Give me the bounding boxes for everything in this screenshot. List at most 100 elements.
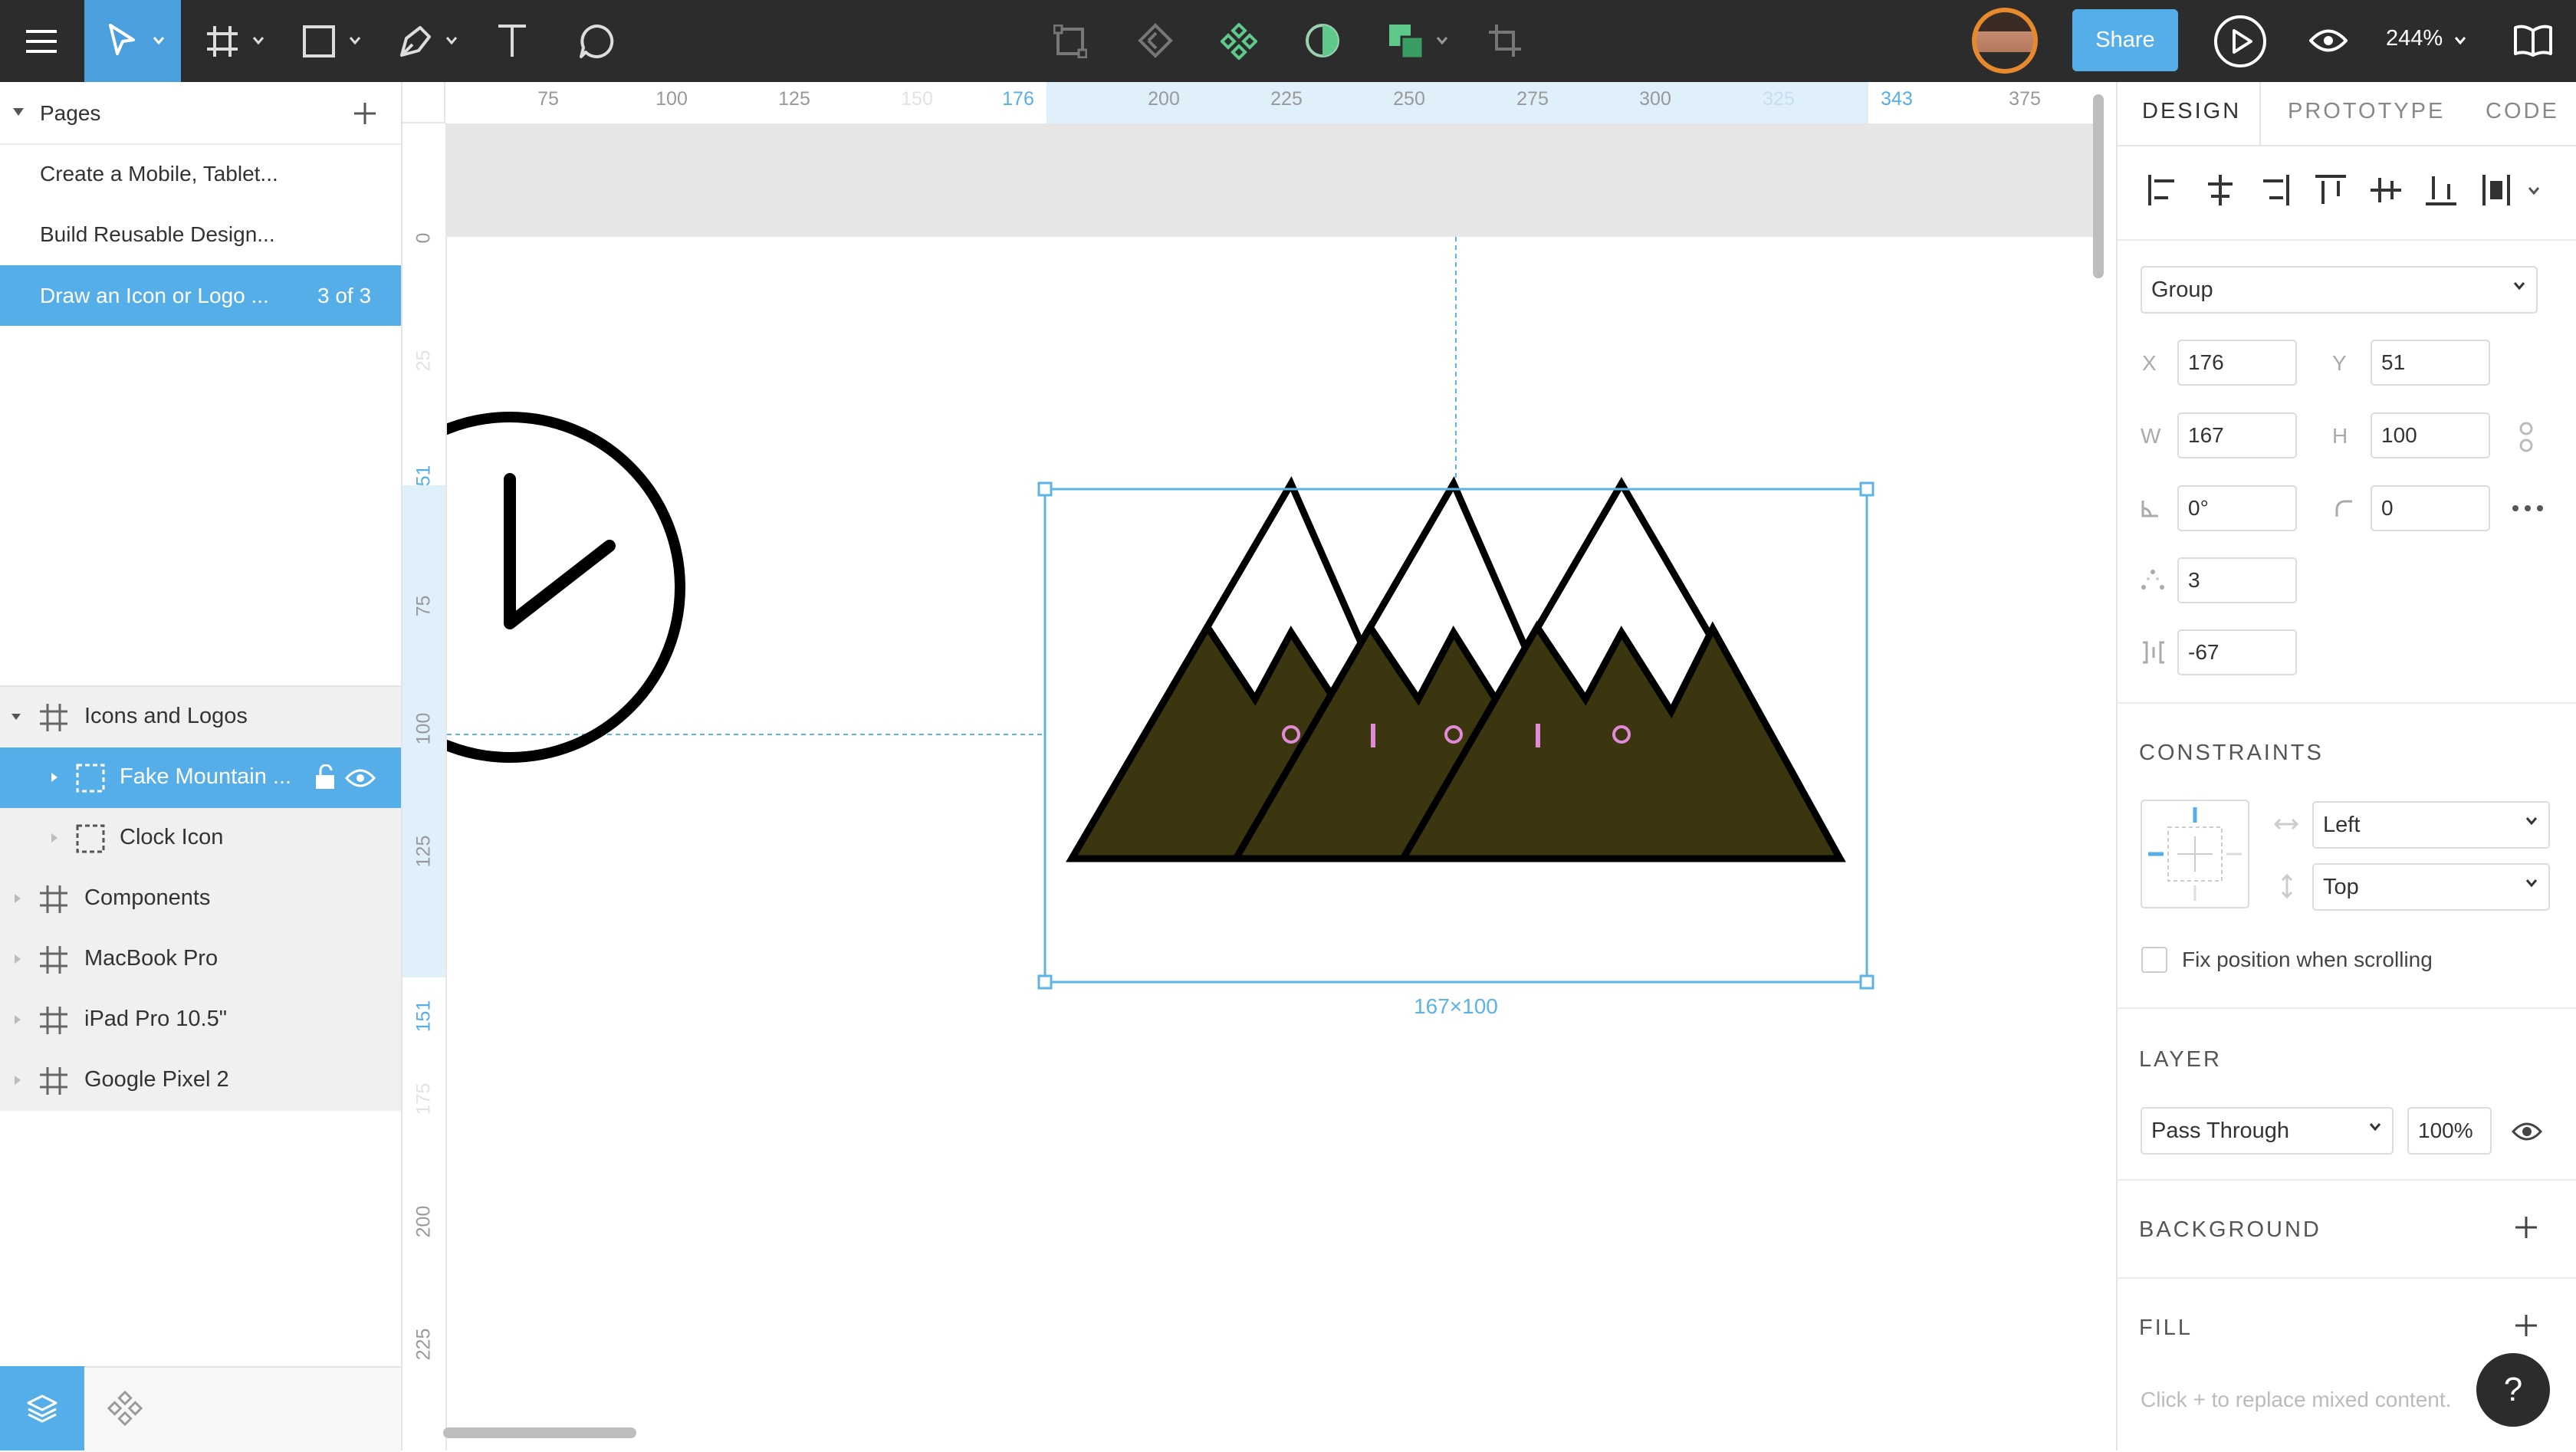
tab-design[interactable]: DESIGN [2142, 99, 2241, 124]
zoom-level[interactable]: 244% [2386, 26, 2443, 51]
share-button[interactable]: Share [2072, 9, 2178, 71]
tab-prototype[interactable]: PROTOTYPE [2288, 99, 2445, 124]
caret-right-icon[interactable] [51, 772, 58, 783]
opacity-field[interactable]: 100% [2407, 1107, 2492, 1155]
align-bottom-icon[interactable] [2424, 173, 2458, 211]
align-center-h-icon[interactable] [2205, 173, 2236, 211]
x-field[interactable]: 176 [2177, 340, 2297, 386]
fill-title: FILL [2139, 1316, 2193, 1340]
caret-right-icon[interactable] [14, 954, 21, 964]
frame-icon[interactable] [204, 23, 241, 60]
unlock-icon[interactable] [314, 764, 337, 790]
component-link-icon[interactable] [1138, 23, 1173, 58]
eye-icon[interactable] [2309, 28, 2348, 54]
link-proportions-icon[interactable] [2518, 422, 2535, 452]
tab-code[interactable]: CODE [2486, 99, 2559, 124]
layer-artboard[interactable]: Components [0, 869, 401, 929]
horizontal-constraint-select[interactable]: Left [2312, 801, 2550, 849]
pen-icon[interactable] [397, 23, 434, 60]
caret-right-icon[interactable] [14, 1014, 21, 1025]
book-icon[interactable] [2513, 25, 2553, 57]
ruler-tick: 51 [412, 465, 435, 487]
resize-icon[interactable] [1053, 25, 1087, 58]
align-left-icon[interactable] [2147, 173, 2177, 211]
layers-tab[interactable] [0, 1366, 84, 1450]
chevron-down-icon[interactable] [446, 37, 457, 44]
page-item-label: Create a Mobile, Tablet... [40, 161, 278, 186]
layer-group-selected[interactable]: Fake Mountain ... [0, 747, 401, 808]
points-field[interactable]: 3 [2177, 557, 2297, 603]
align-right-icon[interactable] [2260, 173, 2291, 211]
spacing-field[interactable]: -67 [2177, 629, 2297, 675]
chevron-down-icon[interactable] [350, 37, 360, 44]
background-title: BACKGROUND [2139, 1217, 2321, 1242]
layer-artboard[interactable]: Google Pixel 2 [0, 1050, 401, 1111]
width-field[interactable]: 167 [2177, 412, 2297, 458]
height-field[interactable]: 100 [2371, 412, 2490, 458]
frame-icon [40, 946, 67, 974]
select-tool-button[interactable] [84, 0, 181, 82]
boolean-icon[interactable] [1388, 23, 1424, 60]
text-icon[interactable] [495, 23, 529, 58]
blend-mode-select[interactable]: Pass Through [2141, 1107, 2394, 1155]
eye-icon[interactable] [345, 767, 376, 789]
more-options-icon[interactable] [2512, 504, 2544, 512]
rotation-field[interactable]: 0° [2177, 485, 2297, 531]
component-icon[interactable] [1221, 23, 1257, 60]
components-tab[interactable] [107, 1390, 143, 1430]
mask-icon[interactable] [1305, 23, 1340, 58]
align-center-v-icon[interactable] [2369, 173, 2403, 211]
chevron-down-icon[interactable] [253, 37, 264, 44]
caret-down-icon[interactable] [11, 713, 21, 721]
rectangle-icon[interactable] [302, 25, 336, 58]
layer-label: Icons and Logos [84, 704, 248, 728]
avatar[interactable] [1972, 8, 2038, 74]
caret-right-icon[interactable] [51, 833, 58, 843]
menu-icon[interactable] [23, 25, 60, 58]
layer-artboard[interactable]: Icons and Logos [0, 687, 401, 747]
comment-icon[interactable] [578, 23, 615, 60]
y-field[interactable]: 51 [2371, 340, 2490, 386]
add-background-icon[interactable] [2515, 1216, 2538, 1239]
play-icon[interactable] [2213, 14, 2268, 69]
horizontal-scrollbar[interactable] [443, 1427, 636, 1438]
eye-icon[interactable] [2512, 1121, 2542, 1142]
distribute-icon[interactable] [2481, 173, 2515, 211]
page-item[interactable]: Create a Mobile, Tablet... [0, 143, 401, 204]
add-fill-icon[interactable] [2515, 1314, 2538, 1337]
caret-right-icon[interactable] [14, 893, 21, 904]
pages-header[interactable]: Pages [0, 83, 401, 143]
ruler-tick: 175 [412, 1082, 435, 1115]
fix-position-checkbox[interactable] [2141, 947, 2167, 973]
vertical-constraint-select[interactable]: Top [2312, 863, 2550, 911]
group-type-select[interactable]: Group [2141, 266, 2538, 314]
ruler-tick: 250 [1393, 88, 1425, 110]
resize-handle [1037, 481, 1053, 497]
layer-label: iPad Pro 10.5" [84, 1007, 228, 1031]
constraints-diagram [2148, 807, 2242, 901]
vertical-scrollbar[interactable] [2093, 94, 2104, 278]
chevron-down-icon[interactable] [1437, 37, 1447, 44]
chevron-down-icon [2525, 879, 2538, 888]
ruler-tick: 125 [412, 835, 435, 868]
add-page-icon[interactable] [353, 101, 377, 126]
x-label: X [2142, 351, 2157, 375]
page-item-active[interactable]: Draw an Icon or Logo ... 3 of 3 [0, 265, 401, 326]
caret-down-icon[interactable] [12, 107, 25, 117]
align-top-icon[interactable] [2314, 173, 2348, 211]
layer-group[interactable]: Clock Icon [0, 808, 401, 869]
chevron-down-icon[interactable] [2455, 37, 2466, 44]
chevron-down-icon[interactable] [2528, 187, 2539, 195]
vertical-constraint-icon [2281, 874, 2293, 898]
layer-artboard[interactable]: iPad Pro 10.5" [0, 990, 401, 1050]
group-icon [76, 764, 105, 793]
resize-handle [1859, 481, 1875, 497]
h-label: H [2332, 424, 2348, 448]
layer-artboard[interactable]: MacBook Pro [0, 929, 401, 990]
page-item[interactable]: Build Reusable Design... [0, 204, 401, 264]
caret-right-icon[interactable] [14, 1075, 21, 1086]
corner-radius-field[interactable]: 0 [2371, 485, 2490, 531]
help-button[interactable]: ? [2476, 1353, 2550, 1427]
crop-icon[interactable] [1487, 23, 1523, 58]
constraints-widget[interactable] [2141, 800, 2249, 908]
